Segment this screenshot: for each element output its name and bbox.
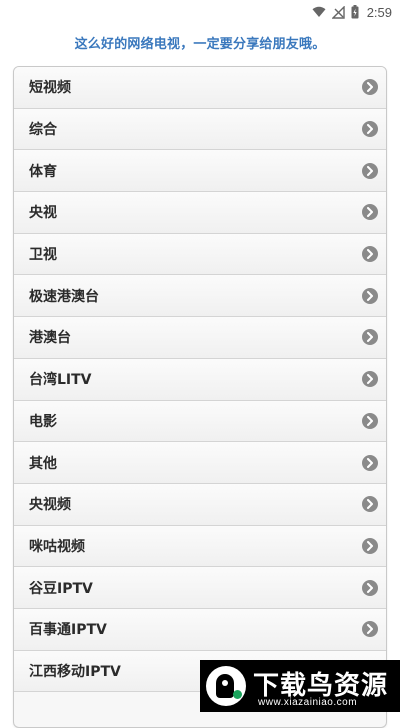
channel-list-item[interactable]: 央视 [14, 192, 386, 234]
status-bar: 2:59 [0, 0, 400, 24]
wifi-icon [312, 6, 326, 18]
chevron-right-circle-icon [362, 162, 378, 179]
channel-label: 其他 [29, 455, 57, 472]
chevron-right-circle-icon [362, 246, 378, 263]
channel-label: 电影 [29, 413, 57, 430]
channel-list-item[interactable]: 台湾LITV [14, 358, 386, 401]
status-time: 2:59 [366, 4, 392, 20]
chevron-right-circle-icon [362, 287, 378, 304]
watermark-banner: 下载鸟资源 www.xiazainiao.com [200, 660, 400, 712]
chevron-right-circle-icon [362, 204, 378, 221]
channel-list: 短视频综合体育央视卫视极速港澳台港澳台台湾LITV 电影其他央视频咪咕视频谷豆IP… [13, 66, 387, 728]
channel-list-item[interactable]: 央视频 [14, 483, 386, 526]
chevron-right-circle-icon [362, 412, 378, 429]
channel-label: 短视频 [29, 80, 71, 97]
chevron-right-circle-icon [362, 79, 378, 96]
channel-list-item[interactable]: 体育 [14, 150, 386, 193]
watermark-url: www.xiazainiao.com [258, 697, 358, 708]
channel-list-item[interactable]: 百事通IPTV [14, 608, 386, 651]
channel-label: 央视 [29, 205, 57, 222]
channel-list-item[interactable]: 综合 [14, 108, 386, 151]
share-prompt-text: 这么好的网络电视，一定要分享给朋友哦。 [74, 37, 326, 52]
chevron-right-circle-icon [362, 371, 378, 388]
battery-charging-icon [351, 5, 359, 19]
channel-list-item[interactable]: 谷豆IPTV [14, 567, 386, 609]
channel-label: 综合 [29, 122, 57, 139]
channel-label: 江西移动IPTV [29, 663, 121, 680]
channel-list-item[interactable]: 极速港澳台 [14, 275, 386, 318]
channel-label: 卫视 [29, 247, 57, 264]
chevron-right-circle-icon [362, 454, 378, 471]
channel-label: 谷豆IPTV [29, 580, 93, 597]
channel-list-item[interactable]: 其他 [14, 442, 386, 484]
channel-label: 百事通IPTV [29, 622, 107, 639]
channel-label: 央视频 [29, 497, 71, 514]
chevron-right-circle-icon [362, 621, 378, 638]
status-icons: 2:59 [312, 3, 392, 21]
chevron-right-circle-icon [362, 121, 378, 138]
channel-list-item[interactable]: 短视频 [14, 67, 386, 109]
chevron-right-circle-icon [362, 537, 378, 554]
channel-list-item[interactable]: 卫视 [14, 233, 386, 276]
channel-label: 极速港澳台 [29, 288, 99, 305]
channel-list-item[interactable]: 港澳台 [14, 317, 386, 359]
channel-list-item[interactable]: 咪咕视频 [14, 525, 386, 568]
chevron-right-circle-icon [362, 329, 378, 346]
chevron-right-circle-icon [362, 496, 378, 513]
channel-label: 台湾LITV [29, 372, 92, 389]
no-signal-icon [331, 5, 345, 19]
chevron-right-circle-icon [362, 579, 378, 596]
bird-logo-icon [206, 666, 246, 706]
channel-label: 体育 [29, 163, 57, 180]
channel-label: 咪咕视频 [29, 538, 85, 555]
channel-list-item[interactable]: 电影 [14, 400, 386, 443]
channel-label: 港澳台 [29, 330, 71, 347]
